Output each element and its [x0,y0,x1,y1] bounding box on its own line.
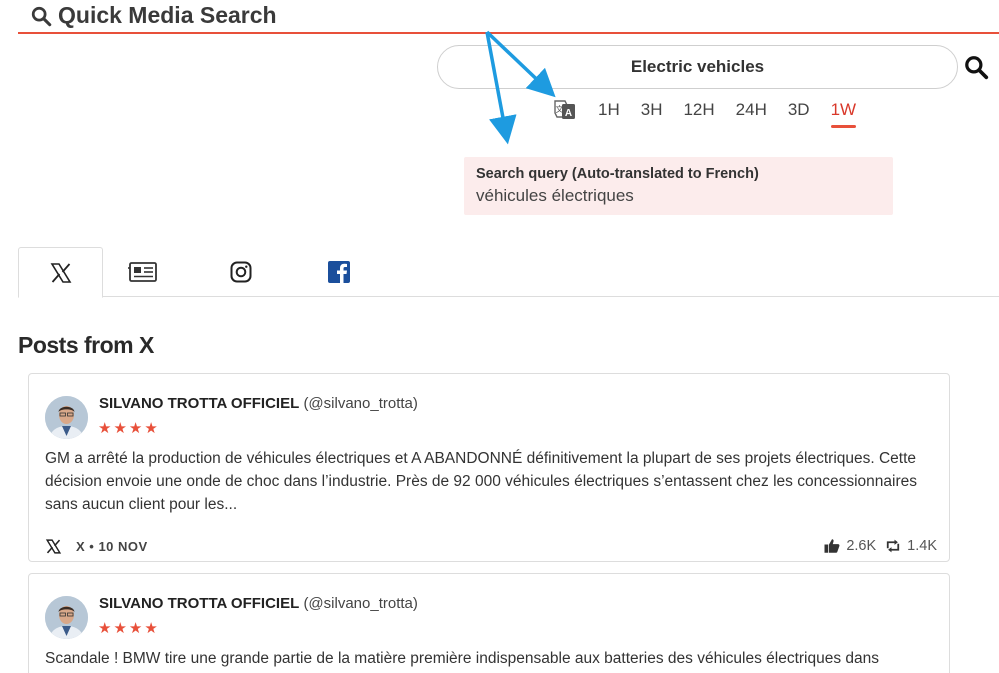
post-card[interactable]: SILVANO TROTTA OFFICIEL (@silvano_trotta… [28,573,950,673]
post-stats: 2.6K 1.4K [823,537,937,555]
section-title: Posts from X [18,332,154,358]
instagram-icon [230,261,251,283]
repost-count-value: 1.4K [907,538,937,554]
filter-3d[interactable]: 3D [788,100,810,120]
facebook-icon [327,261,350,283]
svg-text:文: 文 [556,104,564,114]
svg-text:A: A [565,108,572,119]
post-author: SILVANO TROTTA OFFICIEL (@silvano_trotta… [99,395,418,412]
repost-icon [887,539,900,553]
like-count[interactable]: 2.6K [823,537,876,555]
newspaper-icon [127,262,157,282]
translated-query-value: véhicules électriques [476,186,634,205]
author-handle[interactable]: (@silvano_trotta) [303,395,417,412]
search-icon [31,6,52,26]
post-footer: X • 10 NOV 2.6K 1.4K [45,536,937,556]
filter-3h[interactable]: 3H [641,100,663,120]
translated-query-box: Search query (Auto-translated to French)… [464,157,893,215]
avatar[interactable] [45,596,88,639]
translate-icon[interactable]: A 文 [552,97,578,123]
filter-1w[interactable]: 1W [830,100,856,128]
post-author: SILVANO TROTTA OFFICIEL (@silvano_trotta… [99,595,418,612]
search-input[interactable] [438,57,957,77]
search-button[interactable] [963,54,989,80]
tab-news[interactable] [100,247,185,297]
repost-count[interactable]: 1.4K [884,537,937,555]
app-title-text: Quick Media Search [58,2,277,28]
filter-1h[interactable]: 1H [598,100,620,120]
x-logo-icon [45,538,62,554]
tab-facebook[interactable] [296,247,381,297]
rating-stars: ★★★★ [98,420,160,437]
post-card[interactable]: SILVANO TROTTA OFFICIEL (@silvano_trotta… [28,373,950,562]
like-count-value: 2.6K [846,538,877,554]
x-logo-icon [50,262,71,283]
post-text: Scandale ! BMW tire une grande partie de… [45,650,880,667]
post-source-date: X • 10 NOV [76,538,148,554]
app-header: Quick Media Search [18,0,999,34]
avatar[interactable] [45,396,88,439]
translated-query-label: Search query (Auto-translated to French) [476,166,759,182]
author-name[interactable]: SILVANO TROTTA OFFICIEL [99,395,299,412]
search-box[interactable] [437,45,958,89]
post-text: GM a arrêté la production de véhicules é… [45,450,917,513]
app-title: Quick Media Search [30,2,277,29]
time-filter-bar: A 文 1H 3H 12H 24H 3D 1W [552,96,877,128]
search-icon [965,56,989,80]
filter-12h[interactable]: 12H [683,100,714,120]
thumbs-up-icon [824,539,840,553]
tab-instagram[interactable] [198,247,283,297]
rating-stars: ★★★★ [98,620,160,637]
author-name[interactable]: SILVANO TROTTA OFFICIEL [99,595,299,612]
author-handle[interactable]: (@silvano_trotta) [303,595,417,612]
source-tabs [18,247,999,298]
tab-x[interactable] [18,247,103,298]
filter-24h[interactable]: 24H [736,100,767,120]
